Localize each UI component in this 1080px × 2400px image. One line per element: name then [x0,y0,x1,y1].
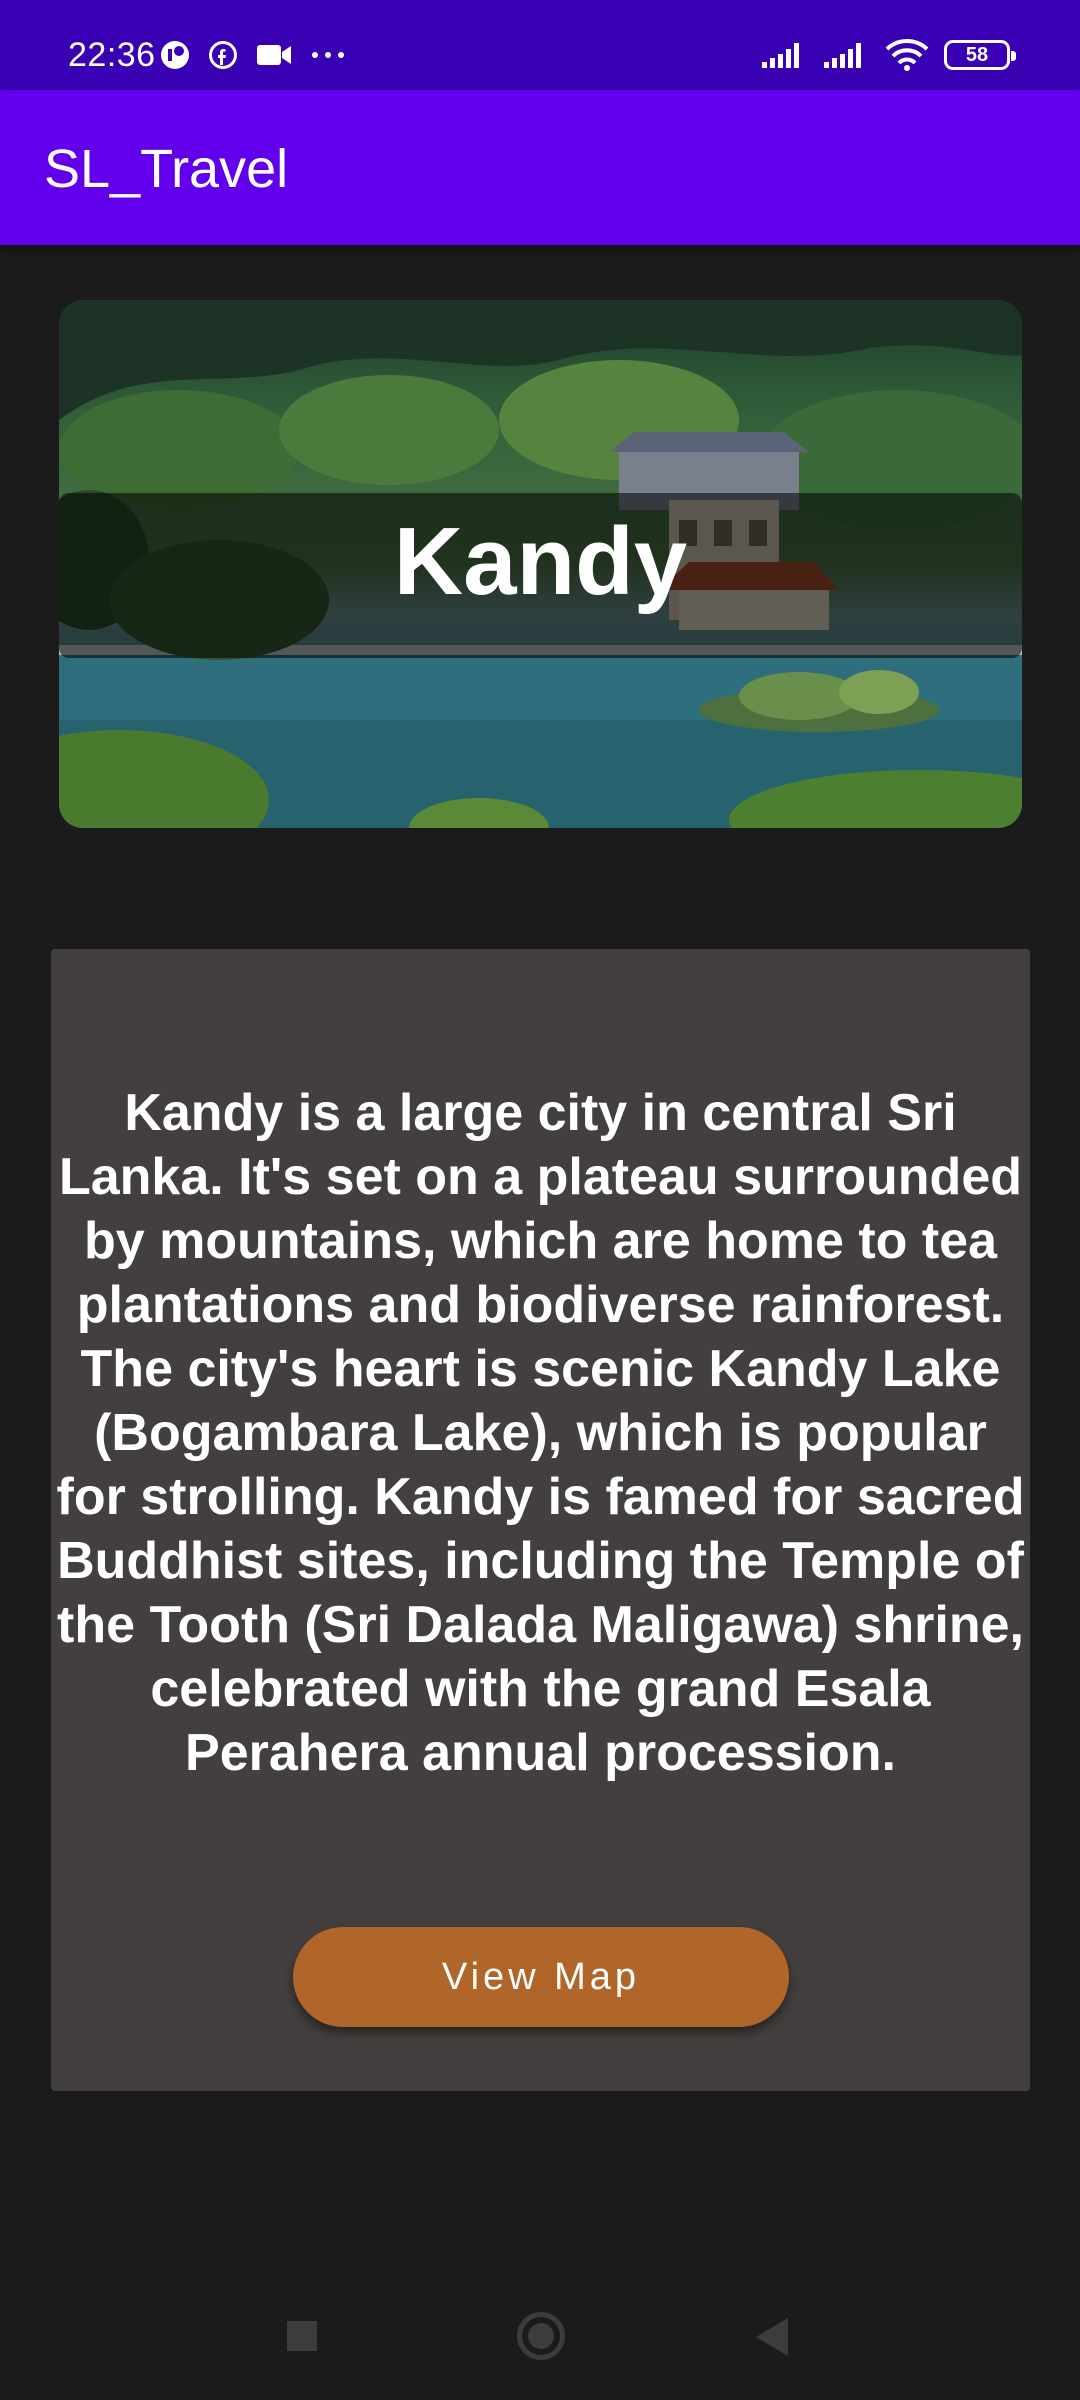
battery-level: 58 [965,43,989,66]
hero-image: Kandy [59,300,1022,828]
status-time: 22:36 [68,36,156,74]
video-camera-icon [257,45,291,65]
app-title: SL_Travel [44,139,289,199]
view-map-button[interactable]: View Map [293,1927,789,2027]
system-nav-bar [0,2285,1080,2385]
description-card: Kandy is a large city in central Sri Lan… [51,949,1030,2091]
facebook-icon [209,41,237,69]
hero-title: Kandy [393,508,688,615]
home-circle-icon[interactable] [517,2312,565,2360]
app-bar: SL_Travel [0,90,1080,245]
app-notification-icon [161,41,189,69]
city-description: Kandy is a large city in central Sri Lan… [56,1084,1025,1782]
signal-icon [824,43,861,68]
more-dots-icon [312,52,344,58]
status-icons-right: 58 [760,38,1016,72]
back-triangle-icon[interactable] [756,2318,788,2356]
battery-icon: 58 [944,40,1016,70]
status-icons-left [160,40,346,70]
recents-square-icon[interactable] [287,2321,317,2351]
signal-icon [762,43,799,68]
wifi-icon [885,39,929,71]
status-bar: 22:36 58 [0,0,1080,90]
